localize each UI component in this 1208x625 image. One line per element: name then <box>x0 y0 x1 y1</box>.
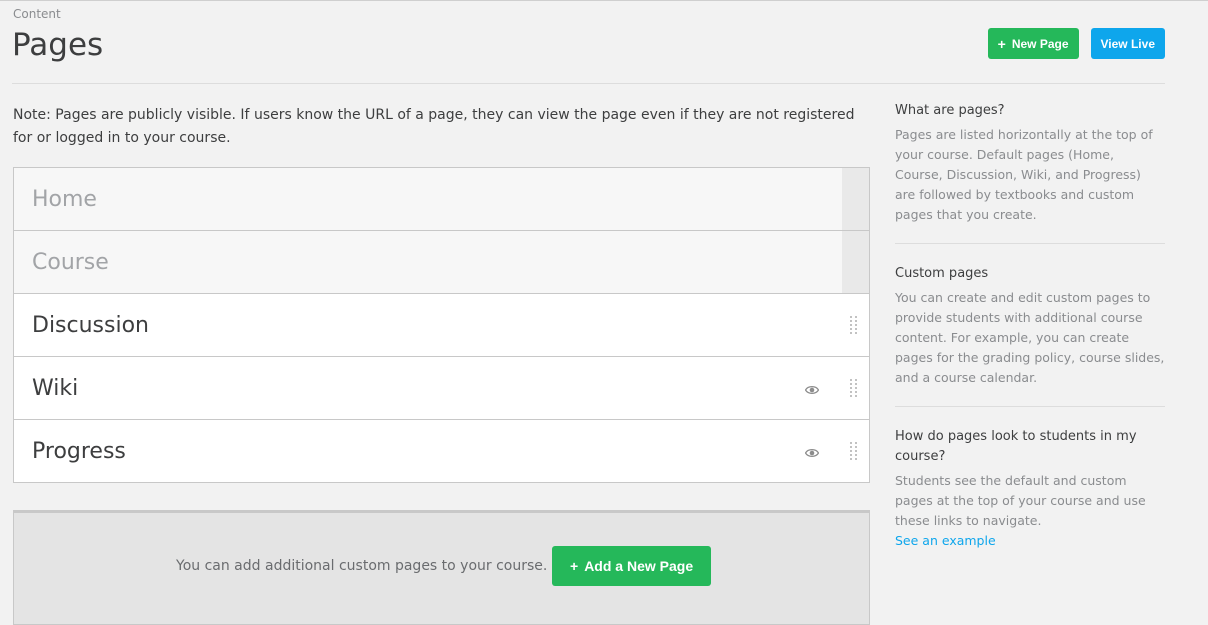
help-section-title: Custom pages <box>895 266 989 281</box>
page-row-progress: Progress <box>14 419 869 482</box>
plus-icon: + <box>997 35 1006 52</box>
new-page-button[interactable]: + New Page <box>987 28 1079 59</box>
drag-handle-icon[interactable] <box>850 379 858 399</box>
page-name: Wiki <box>32 375 79 401</box>
page-name: Home <box>32 186 97 212</box>
page-list: Home Course Discussion Wiki Progress <box>13 167 870 483</box>
help-section-body: Students see the default and custom page… <box>895 473 1146 528</box>
page-title: Pages <box>12 27 104 63</box>
view-live-label: View Live <box>1100 36 1155 51</box>
eye-icon[interactable] <box>805 448 819 458</box>
page-row-home: Home <box>14 168 869 230</box>
help-section-body: You can create and edit custom pages to … <box>895 290 1165 385</box>
help-sidebar: What are pages? Pages are listed horizon… <box>895 101 1165 589</box>
breadcrumb-subtitle: Content <box>13 7 61 21</box>
help-section-what-are-pages: What are pages? Pages are listed horizon… <box>895 101 1165 244</box>
page-name: Progress <box>32 438 126 464</box>
drag-handle-icon[interactable] <box>850 442 858 462</box>
eye-icon[interactable] <box>805 385 819 395</box>
page-row-course: Course <box>14 230 869 293</box>
add-new-page-label: Add a New Page <box>584 558 694 574</box>
page-row-wiki: Wiki <box>14 356 869 419</box>
new-page-label: New Page <box>1011 36 1069 51</box>
add-page-text: You can add additional custom pages to y… <box>176 558 548 574</box>
page-name: Discussion <box>32 312 149 338</box>
page-row-discussion: Discussion <box>14 293 869 356</box>
add-page-section: You can add additional custom pages to y… <box>13 510 870 625</box>
add-new-page-button[interactable]: + Add a New Page <box>552 546 712 586</box>
see-example-link[interactable]: See an example <box>895 531 1165 551</box>
public-visibility-note: Note: Pages are publicly visible. If use… <box>13 107 855 146</box>
page-name: Course <box>32 249 109 275</box>
help-section-custom-pages: Custom pages You can create and edit cus… <box>895 264 1165 407</box>
help-section-title: How do pages look to students in my cour… <box>895 429 1137 464</box>
header-actions: + New Page View Live <box>987 28 1165 59</box>
drag-handle-icon[interactable] <box>850 316 858 336</box>
help-section-body: Pages are listed horizontally at the top… <box>895 127 1153 222</box>
plus-icon: + <box>570 558 579 574</box>
header-divider <box>12 83 1165 84</box>
help-section-student-view: How do pages look to students in my cour… <box>895 427 1165 569</box>
help-section-title: What are pages? <box>895 103 1005 118</box>
view-live-button[interactable]: View Live <box>1090 28 1165 59</box>
